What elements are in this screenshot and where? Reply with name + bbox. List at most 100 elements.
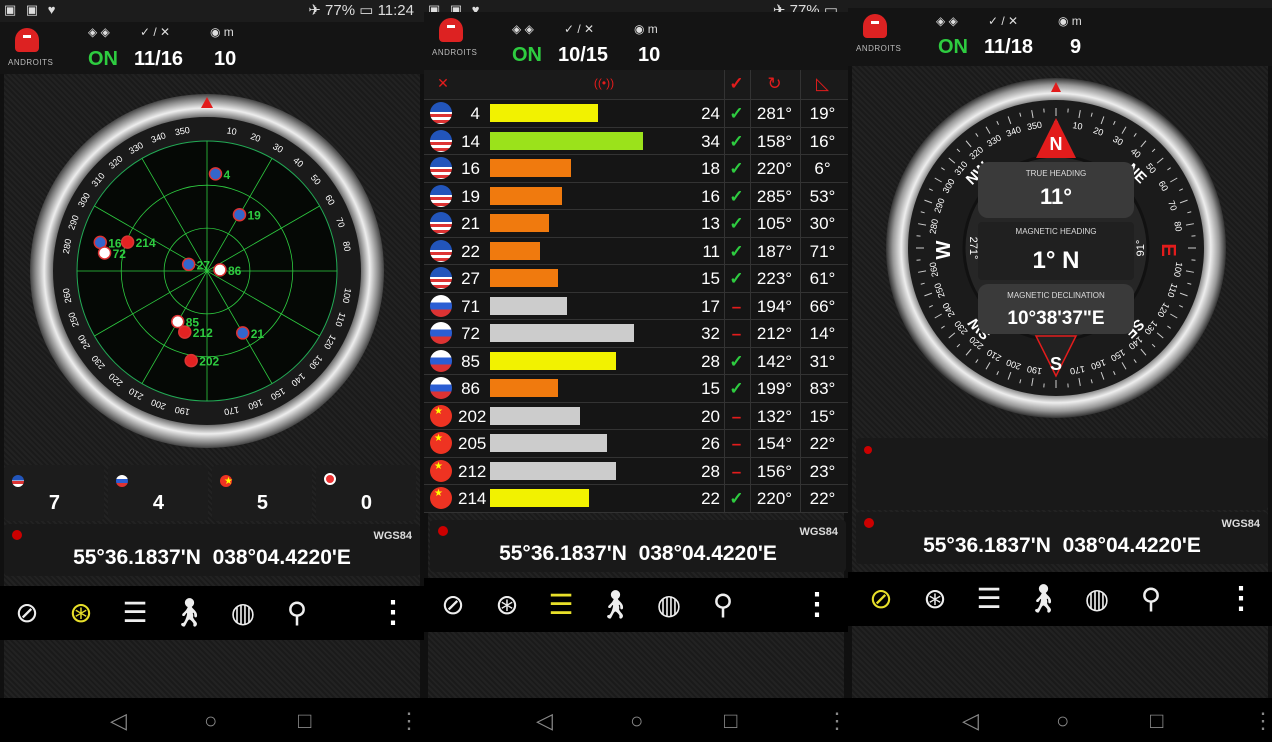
table-row[interactable]: 202 20–132°15° <box>424 402 848 430</box>
table-row[interactable]: 16 18 ✓ 220° 6° <box>424 155 848 183</box>
satellite-dot-icon[interactable] <box>236 326 250 340</box>
back-icon[interactable]: ◁ <box>536 708 553 734</box>
satellite-dot-icon[interactable] <box>171 314 185 329</box>
table-row[interactable]: 27 15 ✓ 223° 61° <box>424 265 848 293</box>
altitude: 10 <box>214 48 237 70</box>
flag-cell <box>430 210 456 237</box>
app-logo[interactable]: ANDROITS <box>856 14 901 58</box>
globe-icon[interactable]: ◍ <box>224 594 262 632</box>
table-row[interactable]: 212 28–156°23° <box>424 457 848 485</box>
satellite-dot-icon[interactable] <box>213 263 227 277</box>
gps-header: ANDROITS ◈ ◈ ✓ / ✕ ◉ m ON 11/16 10 <box>0 22 424 74</box>
satellite-col-icon[interactable]: ✕ <box>430 70 456 99</box>
table-row[interactable]: 19 16 ✓ 285° 53° <box>424 182 848 210</box>
table-icon[interactable]: ☰ <box>116 594 154 632</box>
table-row[interactable]: 4 24 ✓ 281° 19° <box>424 100 848 128</box>
elevation-cell: 6° <box>800 155 844 182</box>
location-box[interactable]: WGS84 55°36.1837'N 038°04.4220'E <box>4 524 420 576</box>
walk-icon[interactable]: 🚶︎ <box>596 586 634 624</box>
used-cell: ✓ <box>724 210 748 237</box>
table-row[interactable]: 14 34 ✓ 158° 16° <box>424 127 848 155</box>
waypoint-box[interactable] <box>856 438 1268 510</box>
walk-icon[interactable]: 🚶︎ <box>170 594 208 632</box>
home-icon[interactable]: ○ <box>1056 708 1069 734</box>
table-row[interactable]: 86 15 ✓ 199° 83° <box>424 375 848 403</box>
cn-flag-icon <box>430 432 452 454</box>
table-row[interactable]: 72 32–212° 14° <box>424 320 848 348</box>
compass-dial[interactable]: 0102030405060708010011012013014015016017… <box>886 78 1226 418</box>
azimuth-col-icon[interactable]: ↻ <box>750 70 798 99</box>
compass-icon[interactable]: ⊘ <box>862 580 900 618</box>
app-logo[interactable]: ANDROITS <box>8 28 53 72</box>
elevation-col-icon[interactable]: ◺ <box>800 70 844 99</box>
sys-more-icon[interactable]: ⋮ <box>826 708 848 734</box>
recent-icon[interactable]: □ <box>724 708 737 734</box>
us-flag-icon <box>430 129 452 152</box>
count-gps[interactable]: 7 <box>4 465 104 521</box>
count-other[interactable]: 0 <box>316 465 416 521</box>
back-icon[interactable]: ◁ <box>110 708 127 734</box>
table-row[interactable]: 205 26–154°22° <box>424 430 848 458</box>
table-row[interactable]: 71 17–194° 66° <box>424 292 848 320</box>
prn-cell: 16 <box>461 159 480 178</box>
walk-icon[interactable]: 🚶︎ <box>1024 580 1062 618</box>
signal-col-icon[interactable]: ((•)) <box>490 70 718 99</box>
back-icon[interactable]: ◁ <box>962 708 979 734</box>
pin-icon[interactable]: ⚲ <box>704 586 742 624</box>
azimuth-cell: 132° <box>750 402 798 429</box>
table-row[interactable]: 22 11 ✓ 187° 71° <box>424 237 848 265</box>
table-row[interactable]: 21 13 ✓ 105° 30° <box>424 210 848 238</box>
more-menu-icon[interactable]: ⋮ <box>802 586 832 624</box>
satellite-dot-icon[interactable] <box>97 246 112 260</box>
signal-bar-cell <box>490 265 718 292</box>
app-logo[interactable]: ANDROITS <box>432 18 478 62</box>
radar-icon[interactable]: ⊛ <box>916 580 954 618</box>
table-icon[interactable]: ☰ <box>970 580 1008 618</box>
flag-cell <box>430 293 456 320</box>
satellite-dot-icon[interactable] <box>181 257 196 272</box>
location-box[interactable]: WGS84 55°36.1837'N 038°04.4220'E <box>856 512 1268 564</box>
satellite-dot-icon[interactable] <box>232 207 247 222</box>
sys-more-icon[interactable]: ⋮ <box>1252 708 1272 734</box>
location-box[interactable]: WGS84 55°36.1837'N 038°04.4220'E <box>430 520 846 572</box>
globe-icon[interactable]: ◍ <box>1078 580 1116 618</box>
sys-more-icon[interactable]: ⋮ <box>398 708 420 734</box>
used-cell: – <box>724 320 748 347</box>
table-row[interactable]: 214 22✓220°22° <box>424 485 848 513</box>
recent-icon[interactable]: □ <box>298 708 311 734</box>
compass-icon[interactable]: ⊘ <box>434 586 472 624</box>
home-icon[interactable]: ○ <box>630 708 643 734</box>
recent-icon[interactable]: □ <box>1150 708 1163 734</box>
signal-bar <box>490 269 558 287</box>
count-beidou[interactable]: 5 <box>212 465 312 521</box>
table-row[interactable]: 85 28 ✓ 142° 31° <box>424 347 848 375</box>
satellite-dot-icon[interactable] <box>208 167 223 181</box>
azimuth-cell: 158° <box>750 127 798 154</box>
ru-flag-icon <box>430 294 452 317</box>
sats-count: 11/16 <box>134 48 183 70</box>
used-cell: ✓ <box>724 347 748 374</box>
globe-icon[interactable]: ◍ <box>650 586 688 624</box>
satellite-dot-icon[interactable] <box>184 353 198 368</box>
radar-icon[interactable]: ⊛ <box>488 586 526 624</box>
compass-icon[interactable]: ⊘ <box>8 594 46 632</box>
home-icon[interactable]: ○ <box>204 708 217 734</box>
logo-text: ANDROITS <box>432 48 478 57</box>
used-col-icon[interactable]: ✓ <box>724 70 748 99</box>
prn-cell: 27 <box>461 269 480 288</box>
signal-bar-cell <box>490 320 718 347</box>
pin-icon[interactable]: ⚲ <box>1132 580 1170 618</box>
more-menu-icon[interactable]: ⋮ <box>1226 580 1256 618</box>
azimuth-cell: 105° <box>750 210 798 237</box>
ru-flag-icon <box>116 475 128 487</box>
more-menu-icon[interactable]: ⋮ <box>378 594 408 632</box>
satellite-radar[interactable]: 280290300310320330340 350 10 20304050607080… <box>30 94 384 448</box>
radar-icon[interactable]: ⊛ <box>62 594 100 632</box>
elevation-cell: 22° <box>800 485 844 512</box>
pin-icon[interactable]: ⚲ <box>278 594 316 632</box>
true-heading-label: TRUE HEADING <box>1026 169 1086 178</box>
android-icon <box>15 28 39 52</box>
table-icon[interactable]: ☰ <box>542 586 580 624</box>
count-glonass[interactable]: 4 <box>108 465 208 521</box>
elevation-cell: 71° <box>800 237 844 264</box>
